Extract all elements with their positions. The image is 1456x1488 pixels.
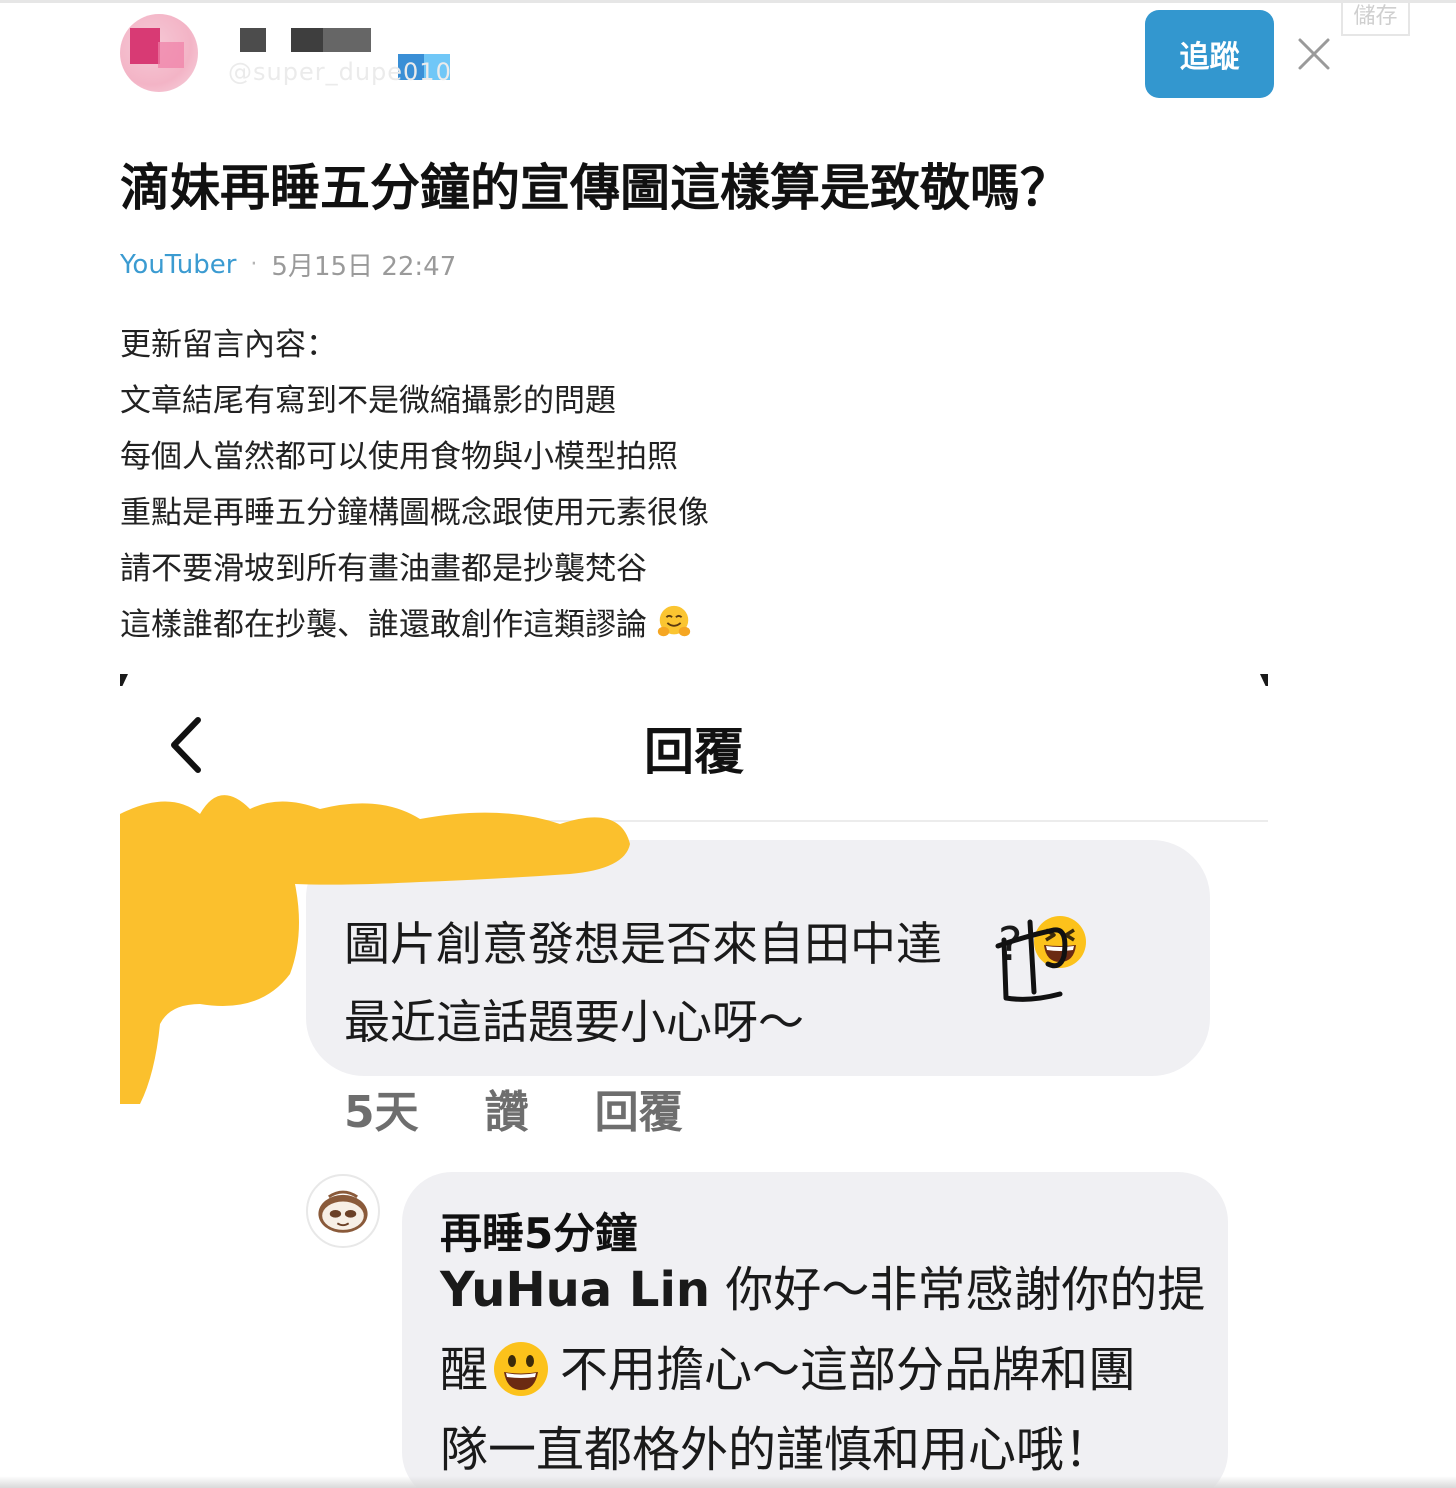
comment-actions: 5天 讚 回覆 (344, 1076, 683, 1140)
top-border (0, 0, 1456, 3)
comment-age: 5天 (344, 1087, 419, 1138)
post-body: 更新留言內容： 文章結尾有寫到不是微縮攝影的問題 每個人當然都可以使用食物與小模… (120, 322, 709, 658)
hugging-face-emoji-icon (657, 605, 691, 637)
board-link[interactable]: YouTuber (120, 250, 236, 280)
follow-button[interactable]: 追蹤 (1145, 10, 1274, 98)
redaction-scribble (120, 795, 630, 1104)
reply-line-2-start: 醒 (440, 1342, 489, 1398)
avatar-mosaic (158, 42, 184, 68)
meta-separator: · (250, 252, 258, 277)
body-line: 重點是再睡五分鐘構圖概念跟使用元素很像 (120, 495, 709, 531)
author-name-mosaic (323, 28, 371, 52)
body-line: 請不要滑坡到所有畫油畫都是抄襲梵谷 (120, 551, 647, 587)
reply-line-2: 不用擔心～這部分品牌和團 (560, 1342, 1137, 1398)
body-line: 這樣誰都在抄襲、誰還敢創作這類謬論 (120, 607, 647, 643)
close-icon[interactable] (1296, 36, 1332, 72)
reply-mention: YuHua Lin (440, 1262, 711, 1318)
body-line: 每個人當然都可以使用食物與小模型拍照 (120, 439, 678, 475)
author-name-mosaic (291, 28, 323, 52)
bottom-fade (0, 1476, 1456, 1488)
reply-line: YuHua Lin 你好～非常感謝你的提 (440, 1254, 1205, 1334)
save-button[interactable]: 儲存 (1341, 0, 1410, 36)
handwriting-text: 也 (990, 910, 991, 911)
reply-line-1: 你好～非常感謝你的提 (710, 1262, 1206, 1318)
post-title: 滴妹再睡五分鐘的宣傳圖這樣算是致敬嗎？ (120, 159, 1070, 217)
body-line-with-emoji: 這樣誰都在抄襲、誰還敢創作這類謬論 (120, 602, 709, 658)
body-line: 文章結尾有寫到不是微縮攝影的問題 (120, 383, 616, 419)
author-name-mosaic (240, 28, 266, 52)
like-action: 讚 (484, 1087, 529, 1138)
embedded-page-title: 回覆 (644, 723, 744, 781)
smiling-face-emoji-icon (494, 1342, 549, 1396)
reply-line: 醒 不用擔心～這部分品牌和團 (440, 1334, 1205, 1414)
post-meta: YouTuber · 5月15日 22:47 (120, 246, 456, 283)
page-avatar (306, 1174, 380, 1248)
image-corner (1260, 674, 1268, 686)
reply-text: YuHua Lin 你好～非常感謝你的提 醒 不用擔心～這部分品牌和團 隊一直都… (440, 1254, 1205, 1488)
image-corner (120, 674, 128, 686)
author-handle: @super_dupe010 (228, 58, 452, 86)
embedded-screenshot: 回覆 圖片創意發想是否來自田中達? 最近這話題要小心呀～ 也 5天 讚 回覆 再… (120, 674, 1268, 1488)
author-avatar[interactable] (120, 14, 198, 92)
post-timestamp: 5月15日 22:47 (271, 252, 457, 282)
reply-action: 回覆 (594, 1087, 683, 1138)
body-line: 更新留言內容： (120, 327, 337, 363)
reply-author-name: 再睡5分鐘 (440, 1209, 638, 1258)
avatar-mosaic (130, 28, 160, 64)
handwritten-annotation: 也 (990, 910, 1068, 1002)
